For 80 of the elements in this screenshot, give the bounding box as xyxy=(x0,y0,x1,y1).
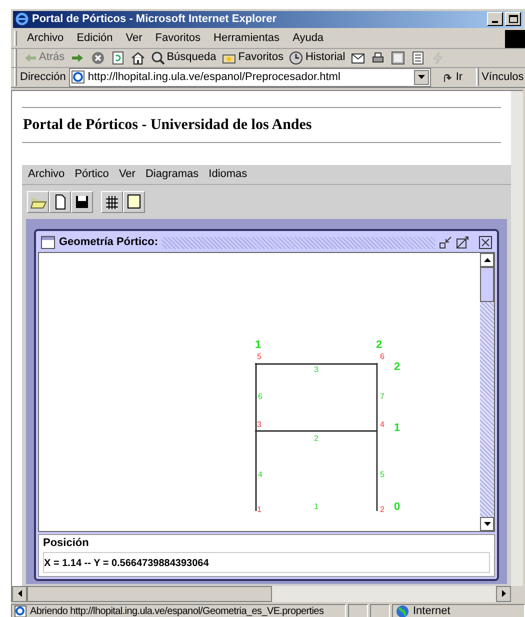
home-icon[interactable] xyxy=(130,50,145,64)
element-number: 2 xyxy=(314,435,318,443)
element-number: 7 xyxy=(380,393,384,401)
up-arrow-icon xyxy=(484,258,490,262)
go-arrow-icon xyxy=(442,71,454,83)
vertical-scrollbar[interactable] xyxy=(480,253,494,531)
element-number: 4 xyxy=(258,471,262,479)
toolbar-button[interactable]: Favoritos xyxy=(222,49,284,66)
status-text-panel: Abriendo http://lhopital.ing.ula.ve/espanol/Geometria_es_VE.properties xyxy=(11,604,346,617)
menu-item[interactable]: Edición xyxy=(76,30,113,47)
element-number: 3 xyxy=(314,366,318,374)
zone-panel: Internet xyxy=(392,604,525,617)
scroll-left-button[interactable] xyxy=(12,586,27,602)
new-file-icon[interactable] xyxy=(49,191,71,213)
window-title: Portal de Pórticos - Microsoft Internet Explorer xyxy=(32,12,276,27)
folder-icon[interactable] xyxy=(27,191,49,213)
element-number: 1 xyxy=(314,503,318,511)
minimize-button[interactable] xyxy=(487,12,503,26)
menu-item[interactable]: Favoritos xyxy=(155,30,201,47)
refresh-icon[interactable] xyxy=(110,50,125,64)
page-icon xyxy=(70,70,85,84)
status-panel xyxy=(370,604,390,617)
menu-item[interactable]: Herramientas xyxy=(214,30,280,47)
printer-icon[interactable] xyxy=(371,50,386,64)
address-field[interactable]: http://lhopital.ing.ula.ve/espanol/Preprocesador.html xyxy=(68,68,431,86)
menu-item[interactable]: Idiomas xyxy=(208,166,248,183)
scroll-up-button[interactable] xyxy=(480,253,494,267)
frame-title: Geometría Pórtico: xyxy=(59,235,158,250)
node-number: 1 xyxy=(257,506,262,514)
element-number: 5 xyxy=(380,471,384,479)
page-scrollbar[interactable] xyxy=(511,90,523,586)
node-number: 5 xyxy=(257,353,262,361)
menu-item[interactable]: Diagramas xyxy=(145,166,199,183)
left-arrow-icon xyxy=(18,590,22,597)
status-panel xyxy=(348,604,368,617)
axis-label: 2 xyxy=(376,340,382,351)
grid-icon[interactable] xyxy=(101,191,123,213)
scroll-down-button[interactable] xyxy=(480,517,494,531)
menu-item[interactable]: Pórtico xyxy=(74,166,109,183)
level-label: 2 xyxy=(394,362,400,373)
menu-item[interactable]: Archivo xyxy=(28,166,65,183)
axis-label: 1 xyxy=(255,340,262,351)
notepad-icon[interactable] xyxy=(411,50,426,64)
scroll-thumb[interactable] xyxy=(480,267,494,302)
window-icon xyxy=(41,236,55,249)
node-number: 3 xyxy=(257,421,262,429)
menu-item[interactable]: Ayuda xyxy=(292,30,324,47)
search-icon xyxy=(150,50,165,64)
level-label: 1 xyxy=(394,423,400,434)
node-number: 4 xyxy=(380,421,384,429)
node-number: 6 xyxy=(380,353,384,361)
position-label: Posición xyxy=(43,536,90,551)
stop-icon[interactable] xyxy=(90,50,105,64)
globe-icon xyxy=(396,605,409,617)
level-label: 0 xyxy=(394,502,400,513)
menu-item[interactable]: Archivo xyxy=(27,30,64,47)
address-label: Dirección xyxy=(20,70,66,85)
scroll-right-button[interactable] xyxy=(496,586,511,602)
maximize-icon[interactable] xyxy=(456,236,469,249)
history-icon xyxy=(289,50,304,64)
go-button[interactable]: Ir xyxy=(442,68,463,86)
menu-item[interactable]: Ver xyxy=(126,30,142,47)
toolbar-button[interactable]: Historial xyxy=(289,49,346,66)
page-title: Portal de Pórticos - Universidad de los Andes xyxy=(23,116,313,134)
horizontal-scrollbar[interactable] xyxy=(12,586,511,602)
toolbar-button[interactable]: Búsqueda xyxy=(150,49,216,66)
right-arrow-icon xyxy=(502,590,506,597)
links-button[interactable]: Vínculos xyxy=(482,68,524,86)
mail-icon[interactable] xyxy=(351,50,366,64)
maximize-button[interactable] xyxy=(505,12,521,26)
browser-logo-icon xyxy=(15,12,29,26)
edit-icon[interactable] xyxy=(391,50,406,64)
position-value: X = 1.14 -- Y = 0.5664739884393064 xyxy=(44,556,210,570)
node-number: 2 xyxy=(380,506,384,514)
close-icon[interactable] xyxy=(479,236,492,249)
element-number: 6 xyxy=(258,393,262,401)
dropdown-icon[interactable] xyxy=(414,70,429,84)
down-arrow-icon xyxy=(484,522,490,526)
menu-item[interactable]: Ver xyxy=(118,166,136,183)
minimize-icon[interactable] xyxy=(439,236,452,249)
